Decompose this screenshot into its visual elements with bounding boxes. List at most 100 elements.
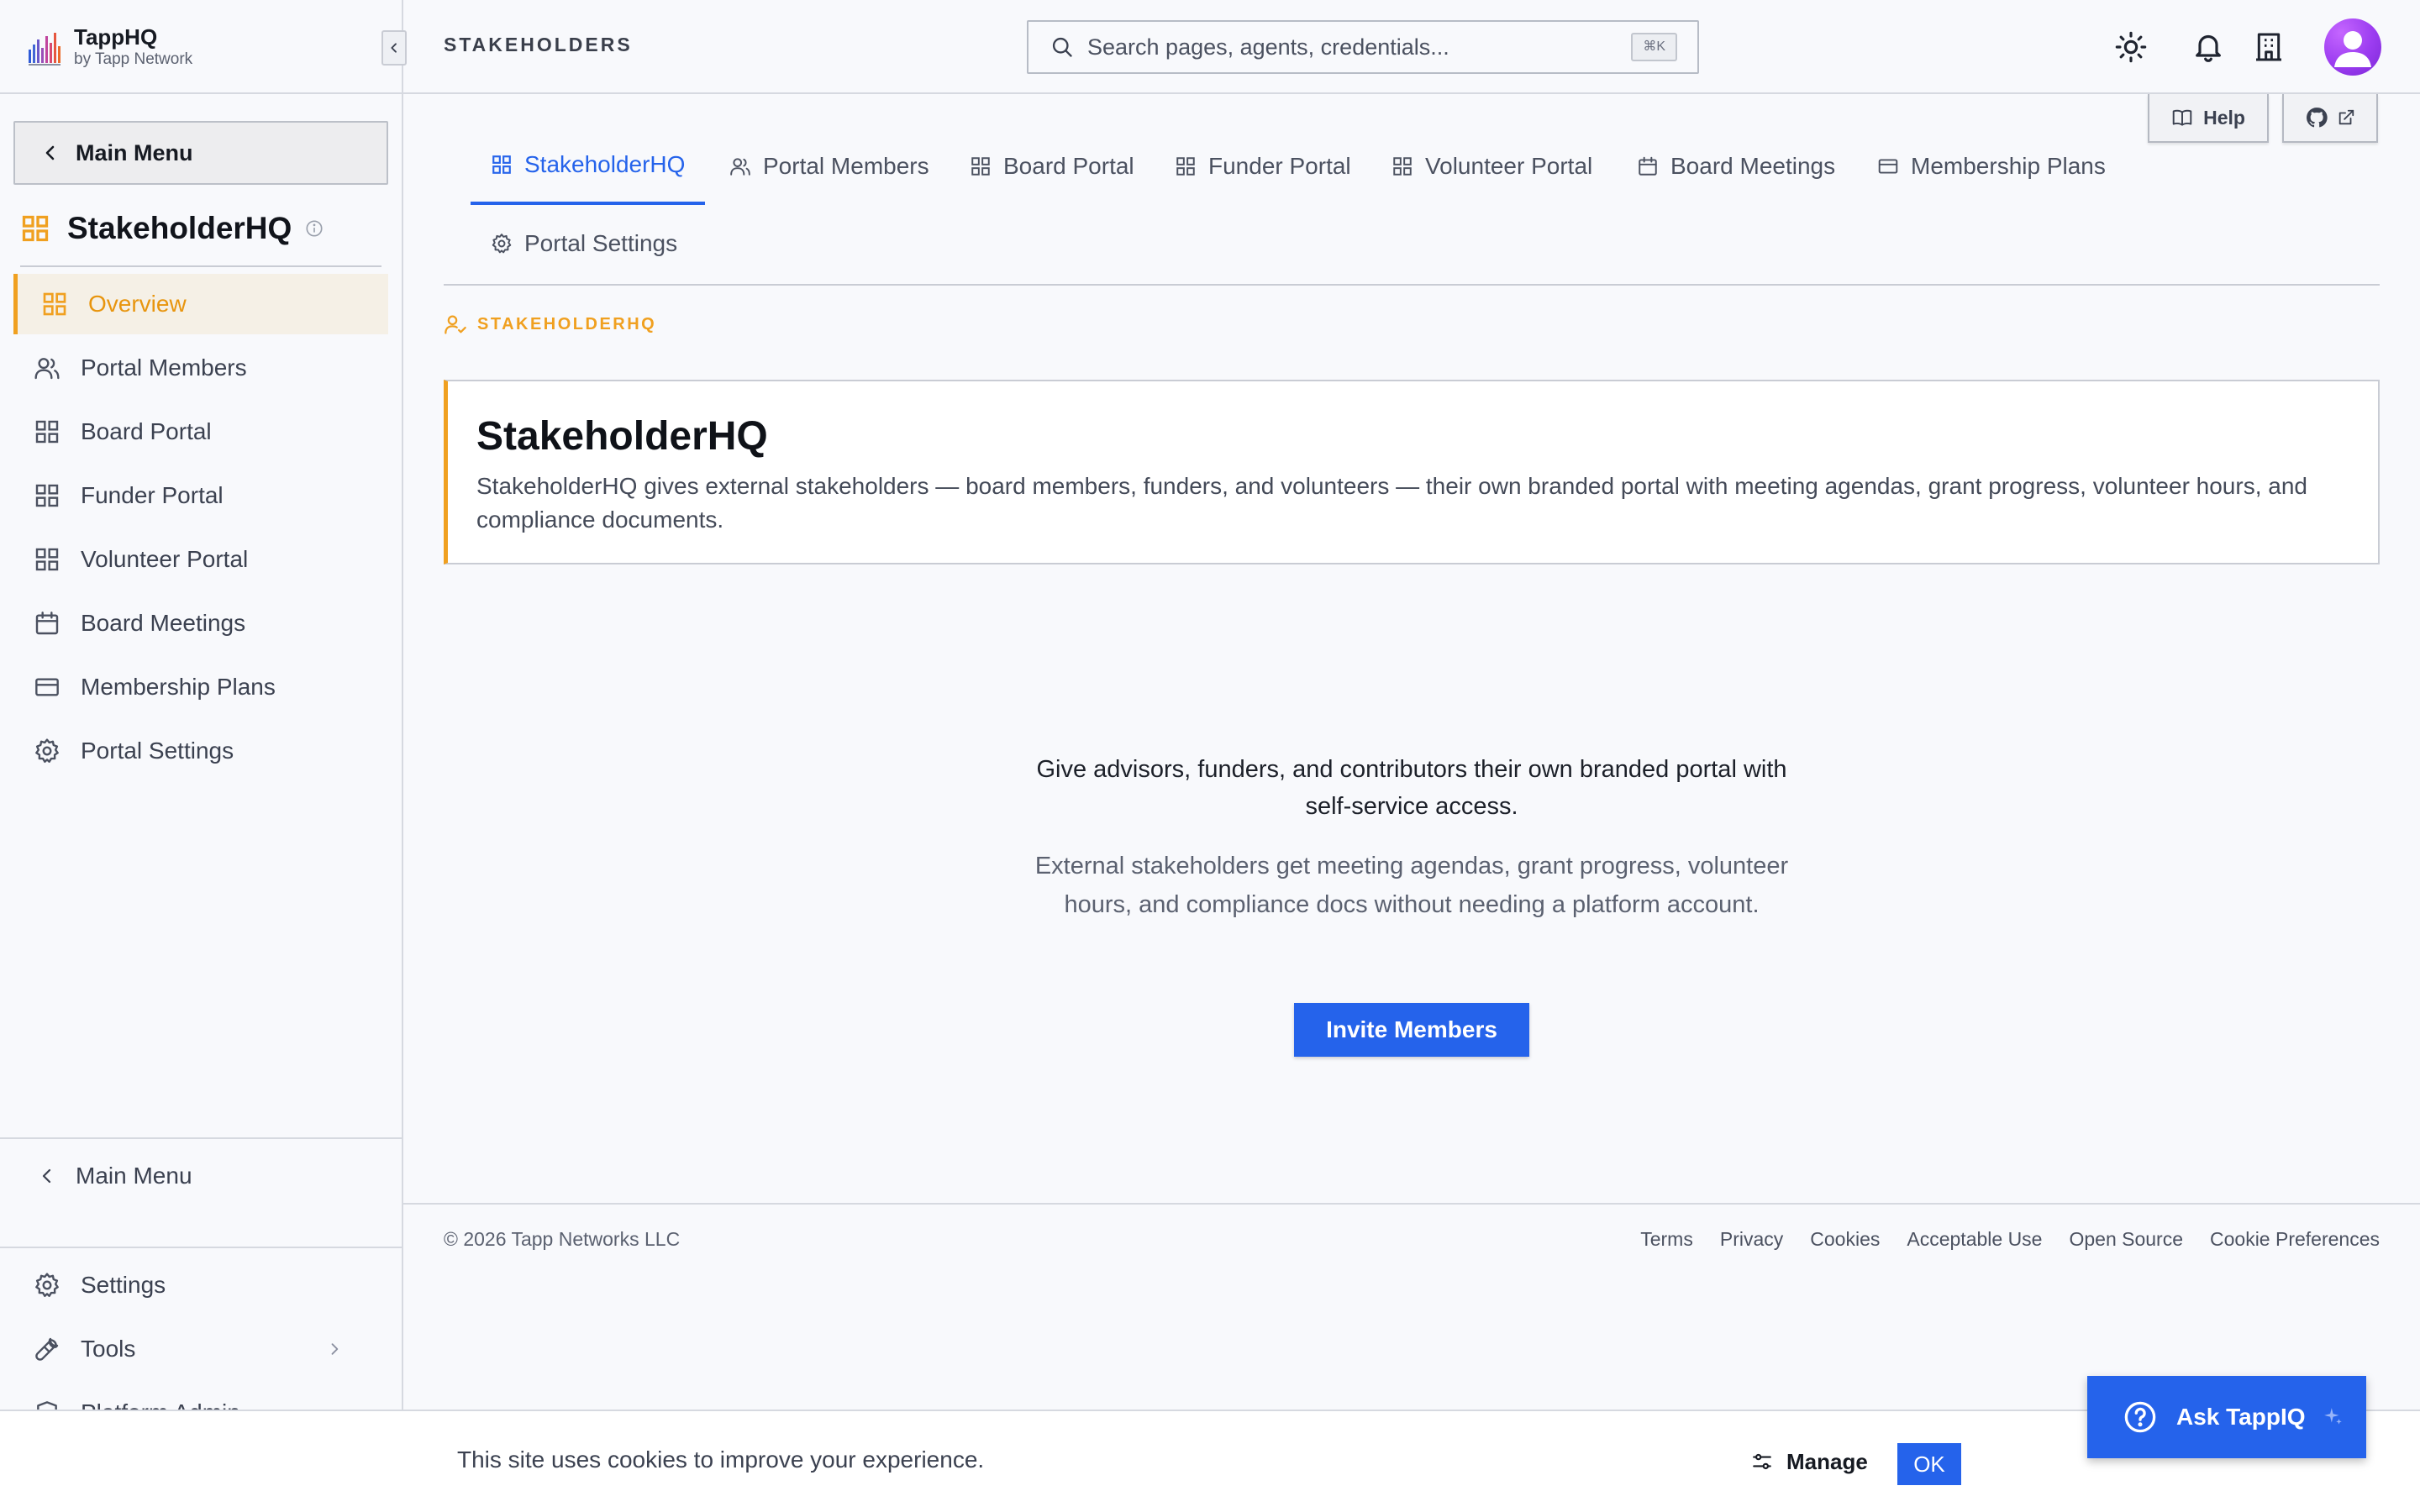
main-menu-button[interactable]: Main Menu [13, 121, 388, 185]
intro-card: StakeholderHQ StakeholderHQ gives extern… [444, 380, 2380, 564]
sidebar-item-board-meetings[interactable]: Board Meetings [13, 593, 388, 654]
footer-link-privacy[interactable]: Privacy [1720, 1228, 1783, 1251]
github-icon [2305, 106, 2328, 129]
section-eyebrow: STAKEHOLDERHQ [444, 312, 656, 336]
tab-stakeholderhq[interactable]: StakeholderHQ [471, 128, 706, 205]
brand-title: TappHQ [74, 24, 158, 50]
tab-volunteer-portal[interactable]: Volunteer Portal [1371, 128, 1612, 205]
tab-board-meetings[interactable]: Board Meetings [1617, 128, 1855, 205]
gear-icon [491, 233, 513, 255]
collapse-sidebar-button[interactable] [381, 30, 407, 66]
grid-icon [970, 155, 992, 177]
sidebar-divider [0, 92, 402, 94]
cookie-manage-button[interactable]: Manage [1751, 1443, 1868, 1480]
sidebar-item-funder-portal[interactable]: Funder Portal [13, 465, 388, 526]
tab-portal-members[interactable]: Portal Members [709, 128, 950, 205]
sidebar-item-board-portal[interactable]: Board Portal [13, 402, 388, 462]
github-button[interactable] [2282, 94, 2378, 143]
tab-label: Portal Settings [524, 230, 678, 256]
page-title: STAKEHOLDERS [444, 34, 633, 55]
sliders-icon [1751, 1451, 1773, 1473]
cookie-manage-label: Manage [1786, 1448, 1868, 1474]
grid-icon [1175, 155, 1197, 177]
sidebar-divider [0, 1137, 402, 1139]
avatar[interactable] [2324, 18, 2381, 76]
grid-icon [34, 418, 60, 445]
brand[interactable]: TappHQ by Tapp Network [27, 22, 192, 72]
chevron-left-icon [387, 41, 401, 55]
sidebar-item-volunteer-portal[interactable]: Volunteer Portal [13, 529, 388, 590]
gear-icon [34, 738, 60, 764]
cookie-banner: This site uses cookies to improve your e… [0, 1410, 2420, 1512]
info-icon[interactable] [305, 219, 324, 238]
calendar-icon [1637, 155, 1659, 177]
brand-text: TappHQ by Tapp Network [74, 24, 192, 70]
footer-link-open-source[interactable]: Open Source [2069, 1228, 2183, 1251]
invite-members-button[interactable]: Invite Members [1294, 1003, 1529, 1057]
grid-icon [34, 546, 60, 573]
sparkle-icon [2323, 1406, 2344, 1428]
section-title: StakeholderHQ [20, 207, 324, 250]
section-title-text: StakeholderHQ [67, 211, 292, 245]
bell-icon[interactable] [2191, 30, 2225, 64]
chevron-left-icon [40, 143, 60, 163]
sun-icon[interactable] [2114, 30, 2148, 64]
sidebar-item-overview[interactable]: Overview [13, 274, 388, 334]
sidebar-item-settings[interactable]: Settings [13, 1255, 388, 1315]
tab-label: Funder Portal [1208, 153, 1351, 179]
search-input[interactable] [1087, 34, 1625, 60]
sidebar-item-label: Overview [88, 291, 187, 317]
ask-tappiq-button[interactable]: Ask TappIQ [2087, 1376, 2366, 1458]
footer-link-cookie-preferences[interactable]: Cookie Preferences [2210, 1228, 2380, 1251]
sidebar-item-label: Board Portal [81, 418, 212, 444]
empty-state-heading: Give advisors, funders, and contributors… [1036, 756, 1787, 820]
sidebar-item-membership-plans[interactable]: Membership Plans [13, 657, 388, 717]
building-icon[interactable] [2252, 30, 2286, 64]
grid-icon [491, 154, 513, 176]
ask-tappiq-label: Ask TappIQ [2176, 1404, 2306, 1430]
grid-icon [1392, 155, 1413, 177]
sidebar-item-label: Settings [81, 1272, 166, 1298]
user-check-icon [444, 312, 467, 336]
sidebar-main-menu-link[interactable]: Main Menu [13, 1146, 388, 1206]
empty-state-subtext: External stakeholders get meeting agenda… [1034, 853, 1789, 918]
search-icon [1050, 35, 1074, 59]
tab-membership-plans[interactable]: Membership Plans [1857, 128, 2126, 205]
sidebar-main-menu-label: Main Menu [76, 1163, 192, 1189]
footer-links: Terms Privacy Cookies Acceptable Use Ope… [1613, 1228, 2380, 1251]
help-label: Help [2203, 106, 2245, 129]
sidebar-item-portal-members[interactable]: Portal Members [13, 338, 388, 398]
brand-subtitle: by Tapp Network [74, 50, 193, 68]
sidebar: TappHQ by Tapp Network Main Menu Stakeho… [0, 0, 403, 1512]
grid-icon [34, 482, 60, 509]
cookie-banner-text: This site uses cookies to improve your e… [457, 1446, 985, 1473]
sidebar-item-label: Funder Portal [81, 482, 224, 508]
tab-board-portal[interactable]: Board Portal [950, 128, 1155, 205]
external-link-icon [2337, 108, 2355, 127]
sidebar-item-portal-settings[interactable]: Portal Settings [13, 721, 388, 781]
tab-portal-settings[interactable]: Portal Settings [471, 205, 697, 282]
credit-card-icon [1877, 155, 1899, 177]
help-circle-icon [2123, 1399, 2158, 1435]
copyright: © 2026 Tapp Networks LLC [444, 1228, 681, 1250]
gear-icon [34, 1272, 60, 1299]
credit-card-icon [34, 674, 60, 701]
tab-funder-portal[interactable]: Funder Portal [1155, 128, 1371, 205]
section-divider [20, 265, 381, 267]
help-button[interactable]: Help [2148, 94, 2269, 143]
tab-label: Board Portal [1003, 153, 1134, 179]
footer-link-acceptable-use[interactable]: Acceptable Use [1907, 1228, 2042, 1251]
footer-link-cookies[interactable]: Cookies [1810, 1228, 1880, 1251]
topbar: STAKEHOLDERS ⌘K [403, 0, 2420, 94]
book-icon [2171, 107, 2193, 129]
search-box[interactable]: ⌘K [1027, 20, 1699, 74]
users-icon [34, 354, 60, 381]
sidebar-item-label: Portal Settings [81, 738, 234, 764]
cookie-ok-button[interactable]: OK [1897, 1443, 1961, 1485]
sidebar-divider [0, 1247, 402, 1248]
sidebar-item-label: Board Meetings [81, 610, 246, 636]
intro-description: StakeholderHQ gives external stakeholder… [476, 473, 2307, 533]
sidebar-item-label: Tools [81, 1336, 136, 1362]
footer-link-terms[interactable]: Terms [1640, 1228, 1693, 1251]
sidebar-item-tools[interactable]: Tools [13, 1319, 388, 1379]
